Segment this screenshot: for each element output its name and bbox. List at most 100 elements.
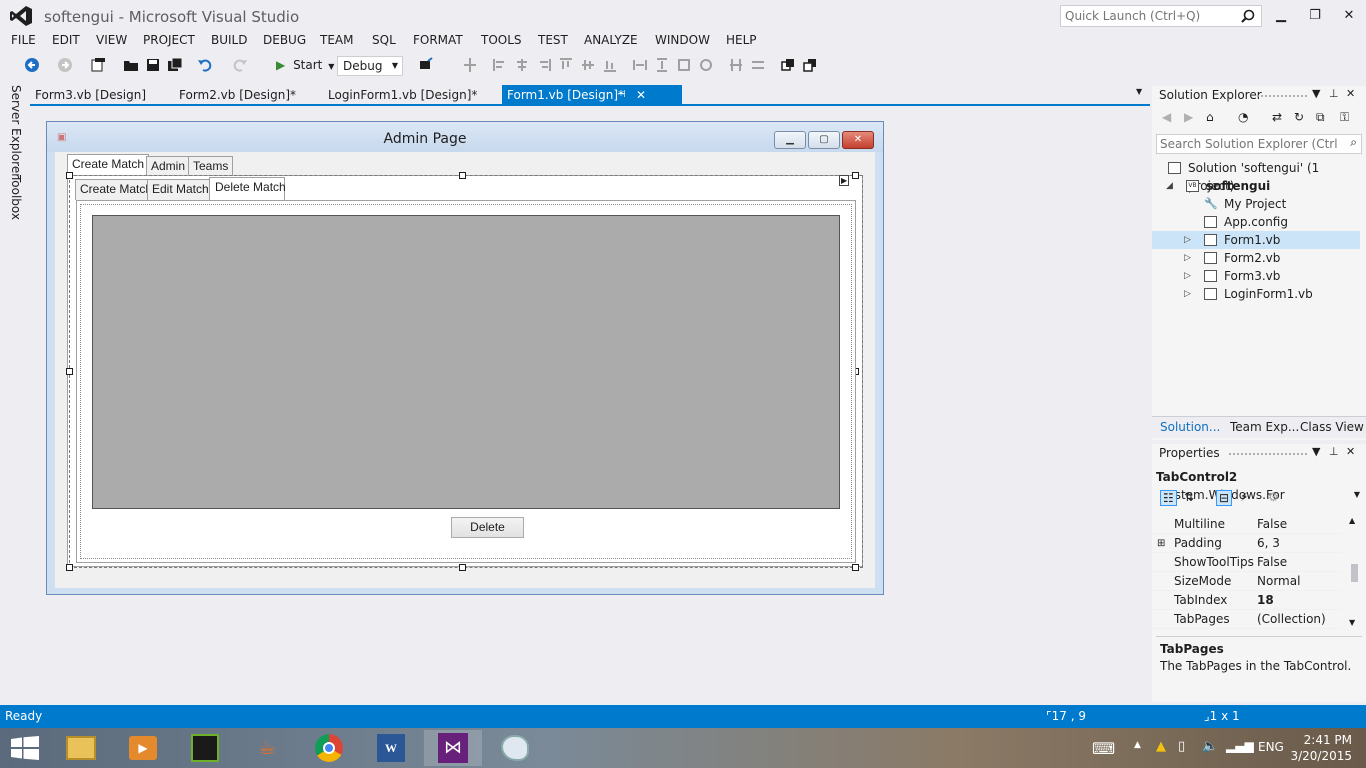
redo-icon[interactable] xyxy=(232,57,248,73)
menu-help[interactable]: HELP xyxy=(726,33,757,47)
match-data-grid[interactable] xyxy=(92,215,840,509)
tree-item-project[interactable]: ◢ VB softengui xyxy=(1152,177,1362,195)
network-icon[interactable]: ▂▄▆ xyxy=(1226,739,1254,753)
show-hidden-icons-icon[interactable]: ▲ xyxy=(1134,740,1141,750)
property-pages-icon[interactable]: ⚙ xyxy=(1268,490,1279,504)
inner-tab-delete-match[interactable]: Delete Match xyxy=(209,177,286,201)
power-icon[interactable]: ▯ xyxy=(1178,739,1185,754)
expanded-arrow-icon[interactable]: ◢ xyxy=(1166,177,1173,195)
solution-search-input[interactable] xyxy=(1157,135,1337,153)
file-explorer-icon[interactable] xyxy=(52,730,110,766)
bring-to-front-icon[interactable] xyxy=(780,57,796,73)
pin-icon[interactable]: ⊥ xyxy=(1329,87,1339,100)
resize-handle-nw[interactable] xyxy=(66,172,73,179)
form-minimize-icon[interactable]: ▁ xyxy=(774,131,806,149)
categorized-icon[interactable]: ☷ xyxy=(1160,490,1177,506)
undo-icon[interactable] xyxy=(197,57,213,73)
form-maximize-icon[interactable]: ▢ xyxy=(808,131,840,149)
video-editor-icon[interactable] xyxy=(176,730,234,766)
properties-view-icon[interactable]: ⊟ xyxy=(1216,490,1233,506)
java-icon[interactable]: ☕ xyxy=(238,730,296,766)
minimize-icon[interactable]: ▁ xyxy=(1271,6,1291,26)
forward-icon[interactable]: ▶ xyxy=(1184,110,1193,124)
tab-solution-explorer[interactable]: Solution... xyxy=(1160,420,1220,434)
visual-studio-icon[interactable]: ⋈ xyxy=(424,730,482,766)
solution-search-box[interactable]: ⌕ xyxy=(1156,134,1362,154)
form-close-icon[interactable]: ✕ xyxy=(842,131,874,149)
outer-tab-teams[interactable]: Teams xyxy=(188,156,234,175)
admin-page-form[interactable]: ▣ Admin Page ▁ ▢ ✕ Create Match Admin Te… xyxy=(46,121,884,595)
resize-handle-n[interactable] xyxy=(459,172,466,179)
collapsed-arrow-icon[interactable]: ▷ xyxy=(1184,249,1191,267)
close-icon[interactable]: ✕ xyxy=(1346,87,1355,100)
clock[interactable]: 2:41 PM 3/20/2015 xyxy=(1290,732,1352,764)
open-file-icon[interactable] xyxy=(123,57,139,73)
panel-menu-icon[interactable]: ▼ xyxy=(1312,445,1320,458)
scrollbar-thumb[interactable] xyxy=(1351,564,1358,582)
menu-format[interactable]: FORMAT xyxy=(413,33,463,47)
tree-item-loginform1[interactable]: ▷ LoginForm1.vb xyxy=(1152,285,1362,303)
prop-row-tabindex[interactable]: TabIndex 18 xyxy=(1152,591,1342,610)
tree-item-my-project[interactable]: 🔧 My Project xyxy=(1152,195,1362,213)
pin-icon[interactable]: ⊣ xyxy=(617,85,626,105)
tab-form1-design[interactable]: Form1.vb [Design]* ⊣ ✕ xyxy=(502,85,682,105)
back-icon[interactable] xyxy=(24,57,40,73)
menu-file[interactable]: FILE xyxy=(11,33,36,47)
menu-edit[interactable]: EDIT xyxy=(52,33,80,47)
toolbox-tab[interactable]: Toolbox xyxy=(9,175,23,220)
windows-start-icon[interactable] xyxy=(11,736,39,760)
word-icon[interactable]: W xyxy=(362,730,420,766)
menu-test[interactable]: TEST xyxy=(538,33,568,47)
outer-tab-admin[interactable]: Admin xyxy=(146,156,191,175)
expand-icon[interactable]: ⊞ xyxy=(1157,534,1165,553)
close-icon[interactable]: ✕ xyxy=(1346,445,1355,458)
form-title-bar[interactable]: ▣ Admin Page ▁ ▢ ✕ xyxy=(47,122,883,152)
delete-button[interactable]: Delete xyxy=(451,517,524,538)
scroll-up-icon[interactable]: ▲ xyxy=(1349,516,1355,525)
input-language[interactable]: ENG xyxy=(1258,740,1284,754)
tree-item-solution[interactable]: Solution 'softengui' (1 project) xyxy=(1152,159,1362,193)
close-icon[interactable]: ✕ xyxy=(1339,6,1359,26)
menu-sql[interactable]: SQL xyxy=(372,33,396,47)
menu-tools[interactable]: TOOLS xyxy=(481,33,522,47)
collapse-all-icon[interactable]: ⧉ xyxy=(1316,110,1325,125)
quick-launch-input[interactable] xyxy=(1061,6,1239,26)
panel-menu-icon[interactable]: ▼ xyxy=(1312,87,1320,100)
chrome-icon[interactable] xyxy=(300,730,358,766)
tree-item-form2[interactable]: ▷ Form2.vb xyxy=(1152,249,1362,267)
alphabetical-icon[interactable]: ⇅ xyxy=(1184,490,1194,504)
inner-tab-create-match[interactable]: Create Match xyxy=(75,179,158,200)
resize-handle-sw[interactable] xyxy=(66,564,73,571)
prop-row-showtooltips[interactable]: ShowToolTips False xyxy=(1152,553,1342,572)
tab-overflow-icon[interactable]: ▼ xyxy=(1136,87,1142,96)
save-all-icon[interactable] xyxy=(167,57,183,73)
prop-row-multiline[interactable]: Multiline False xyxy=(1152,515,1342,534)
tree-item-form1[interactable]: ▷ Form1.vb xyxy=(1152,231,1360,249)
restore-icon[interactable]: ❐ xyxy=(1305,6,1325,26)
properties-icon[interactable]: ⚿ xyxy=(1340,110,1349,125)
quick-launch-box[interactable] xyxy=(1060,5,1262,27)
tab-form3-design[interactable]: Form3.vb [Design] xyxy=(30,85,170,105)
properties-scrollbar[interactable]: ▲ ▼ xyxy=(1348,516,1362,630)
sync-icon[interactable]: ⇄ xyxy=(1272,110,1282,124)
tree-item-form3[interactable]: ▷ Form3.vb xyxy=(1152,267,1362,285)
keyboard-icon[interactable]: ⌨ xyxy=(1092,739,1115,758)
events-lightning-icon[interactable]: ⚡ xyxy=(1240,490,1248,504)
tab-team-explorer[interactable]: Team Exp... xyxy=(1230,420,1299,434)
menu-debug[interactable]: DEBUG xyxy=(263,33,306,47)
menu-view[interactable]: VIEW xyxy=(96,33,127,47)
pin-icon[interactable]: ⊥ xyxy=(1329,445,1339,458)
smart-tag-icon[interactable]: ▶ xyxy=(839,175,850,186)
outer-tab-create-match[interactable]: Create Match xyxy=(67,154,150,176)
close-tab-icon[interactable]: ✕ xyxy=(636,85,646,105)
prop-row-padding[interactable]: ⊞ Padding 6, 3 xyxy=(1152,534,1342,553)
scroll-down-icon[interactable]: ▼ xyxy=(1349,618,1355,627)
save-icon[interactable] xyxy=(145,57,161,73)
resize-handle-s[interactable] xyxy=(459,564,466,571)
prop-row-sizemode[interactable]: SizeMode Normal xyxy=(1152,572,1342,591)
object-selector[interactable]: TabControl2 System.Windows.For ▼ xyxy=(1156,468,1362,502)
tab-class-view[interactable]: Class View xyxy=(1300,420,1364,434)
collapsed-arrow-icon[interactable]: ▷ xyxy=(1184,285,1191,303)
solution-configuration-select[interactable]: Debug ▼ xyxy=(337,56,403,76)
tab-form2-design[interactable]: Form2.vb [Design]* xyxy=(174,85,319,105)
